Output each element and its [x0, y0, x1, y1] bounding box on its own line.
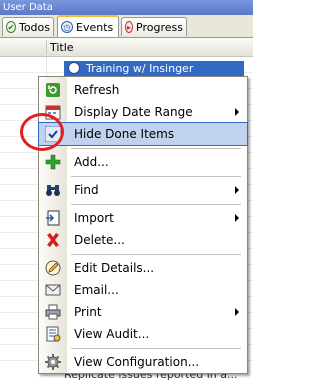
tab-todos[interactable]: ✔ Todos	[2, 17, 54, 36]
menu-item-delete[interactable]: Delete...	[39, 229, 247, 251]
audit-icon	[46, 326, 61, 342]
selected-event-row[interactable]: Training w/ Insinger	[64, 61, 244, 77]
refresh-icon	[46, 83, 60, 97]
tab-events-label: Events	[76, 20, 114, 34]
submenu-arrow-icon	[235, 308, 239, 316]
delete-x-icon	[47, 233, 59, 247]
menu-item-label: Hide Done Items	[74, 127, 175, 141]
menu-separator	[71, 148, 241, 149]
menu-item-import[interactable]: Import	[39, 207, 247, 229]
annotation-circle	[20, 113, 64, 151]
submenu-arrow-icon	[235, 214, 239, 222]
menu-item-add[interactable]: Add...	[39, 151, 247, 173]
menu-item-view-audit[interactable]: View Audit...	[39, 323, 247, 345]
menu-item-hide-done-items[interactable]: Hide Done Items	[38, 122, 248, 146]
printer-icon	[45, 304, 61, 320]
menu-item-label: View Audit...	[74, 327, 150, 341]
menu-item-refresh[interactable]: Refresh	[39, 79, 247, 101]
panel-title: User Data	[0, 0, 253, 15]
menu-separator	[71, 204, 241, 205]
binoculars-icon	[46, 185, 60, 196]
menu-item-label: View Configuration...	[74, 355, 200, 369]
gear-icon	[45, 354, 61, 370]
event-title: Training w/ Insinger	[86, 62, 194, 75]
progress-icon: ▸	[125, 21, 134, 33]
menu-item-label: Edit Details...	[74, 261, 155, 275]
column-separator	[46, 40, 47, 54]
menu-separator	[71, 176, 241, 177]
menu-item-label: Import	[74, 211, 114, 225]
menu-separator	[71, 348, 241, 349]
menu-item-label: Display Date Range	[74, 105, 193, 119]
grid-header: Title	[0, 38, 253, 57]
tab-bar: ✔ Todos ◷ Events ▸ Progress	[0, 15, 253, 38]
plus-icon	[45, 154, 61, 170]
menu-separator	[71, 254, 241, 255]
tab-events[interactable]: ◷ Events	[57, 15, 119, 37]
menu-item-view-configuration[interactable]: View Configuration...	[39, 351, 247, 373]
tab-todos-label: Todos	[18, 20, 50, 34]
menu-item-find[interactable]: Find	[39, 179, 247, 201]
menu-item-print[interactable]: Print	[39, 301, 247, 323]
context-menu: Refresh Display Date Range Hide Done Ite…	[38, 76, 248, 374]
submenu-arrow-icon	[235, 186, 239, 194]
menu-item-label: Print	[74, 305, 102, 319]
menu-item-label: Refresh	[74, 83, 120, 97]
menu-item-label: Add...	[74, 155, 109, 169]
check-circle-icon: ✔	[6, 21, 16, 33]
event-clock-icon	[68, 62, 80, 74]
submenu-arrow-icon	[235, 108, 239, 116]
tab-progress-label: Progress	[136, 20, 183, 34]
menu-item-label: Delete...	[74, 233, 125, 247]
tab-progress[interactable]: ▸ Progress	[121, 17, 187, 36]
menu-item-display-date-range[interactable]: Display Date Range	[39, 101, 247, 123]
column-title[interactable]: Title	[50, 41, 74, 54]
import-icon	[46, 210, 60, 226]
menu-item-label: Find	[74, 183, 99, 197]
menu-item-edit-details[interactable]: Edit Details...	[39, 257, 247, 279]
menu-item-email[interactable]: Email...	[39, 279, 247, 301]
menu-item-label: Email...	[74, 283, 119, 297]
clock-icon: ◷	[61, 21, 73, 33]
envelope-icon	[45, 284, 61, 296]
pencil-icon	[45, 260, 61, 276]
